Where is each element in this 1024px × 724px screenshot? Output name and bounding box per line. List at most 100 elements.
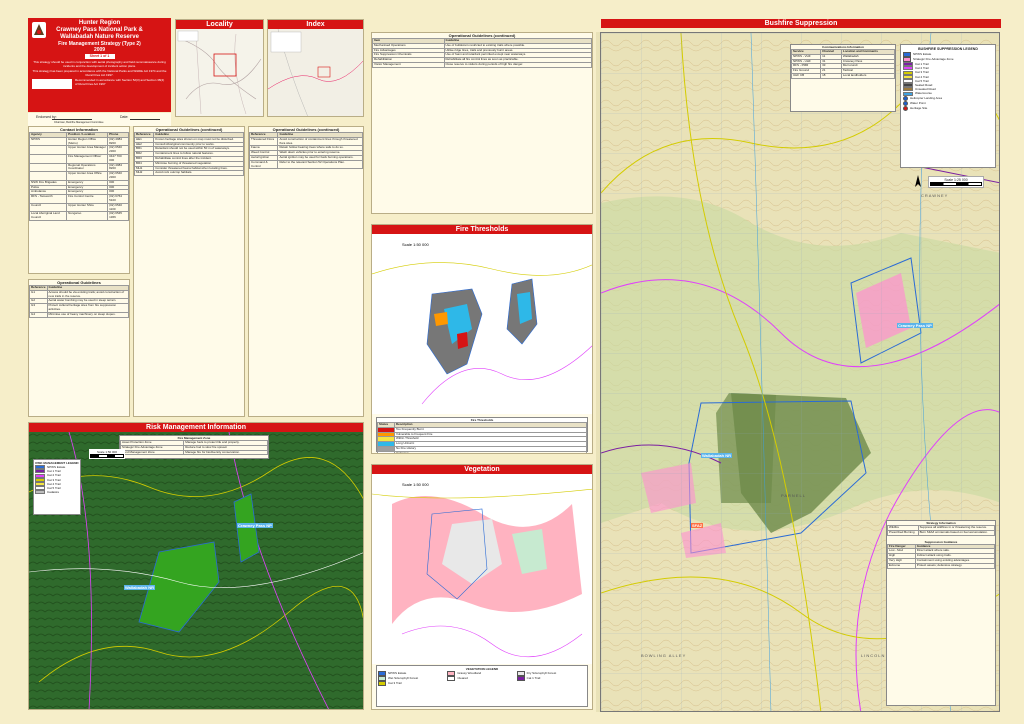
risk-label-wallabadah: Wallabadah NR xyxy=(124,585,155,590)
locality-map xyxy=(176,29,263,116)
contact-cell: Fire Control Centre xyxy=(66,194,109,204)
bushfire-legend-swatch xyxy=(903,105,908,111)
risk-table: Asset Protection Zone Manage fuels to pro… xyxy=(119,440,268,456)
date-label: Date: xyxy=(120,115,129,119)
map-label-crawney: CRAWNEY xyxy=(921,193,949,198)
op2-cell: Avoid rock outcrop habitats. xyxy=(153,170,244,177)
contact-cell: 0427 700 000 xyxy=(107,154,129,164)
risk-cell: Land Management Zone xyxy=(119,449,185,456)
comms-cell: Local landholders xyxy=(840,73,896,79)
bushfire-legend-label: Helicopter Landing Area xyxy=(910,96,943,101)
suppression-row: Extreme Protect assets; defensive strateg… xyxy=(887,562,996,569)
risk-label-crawney: Crawney Pass NP xyxy=(237,523,273,528)
comms-row: UHF CB 18 Local landholders xyxy=(790,73,896,79)
title-year: 2009 xyxy=(93,47,106,53)
contact-row: Fire Management Officer 0427 700 000 xyxy=(29,154,129,164)
suppression-guidance-table: Fire Danger Guidance Low - Mod Direct atta… xyxy=(887,543,996,569)
contact-row: RFS - Tamworth Fire Control Centre (02) 67… xyxy=(29,194,129,204)
north-arrow-icon xyxy=(912,174,924,187)
contact-cell: Fire Management Officer xyxy=(66,154,109,164)
locality-header: Locality xyxy=(176,20,263,29)
sheet-number: Sheet 1 of 1 xyxy=(84,54,115,59)
bushfire-map-left-strip xyxy=(596,32,600,712)
comms-table: Service Channel Location and Comments NPWS… xyxy=(790,49,896,79)
suppression-cell: Protect assets; defensive strategy. xyxy=(914,562,996,569)
signature-line xyxy=(52,119,92,120)
title-line-1: Hunter Region xyxy=(78,20,121,26)
approval-box: Recommended in accordance with Section 5… xyxy=(32,78,167,90)
title-block: Hunter Region Crawney Pass National Park… xyxy=(28,18,171,112)
bushfire-legend-swatch xyxy=(903,91,913,96)
strategy-info-row: Prescribed Burning Burn SFAZ at intervals… xyxy=(887,529,996,536)
bushfire-legend: BUSHFIRE SUPPRESSION LEGEND NPWS Estate S… xyxy=(900,44,996,168)
contact-row: Upper Hunter Area Office (02) 6540 2300 xyxy=(29,171,129,181)
risk-table-box: Fire Management Zone Asset Protection Zo… xyxy=(119,435,269,459)
op-guidelines-panel-1: Operational Guidelines Reference Guidelin… xyxy=(28,279,130,417)
map-label-parnell: PARNELL xyxy=(781,493,806,498)
disclaimer-text: This strategy should be used in conjunct… xyxy=(33,60,166,68)
bushfire-legend-label: NPWS Estate xyxy=(913,52,932,57)
endorsement-box: Endorsed by: Date: Chairman, Bushfire Ma… xyxy=(28,113,171,126)
map-label-wallabadah-nr: Wallabadah NR xyxy=(701,453,732,458)
contact-cell: RFS - Tamworth xyxy=(29,194,68,204)
map-label-lincoln: LINCOLN xyxy=(861,653,886,658)
risk-row: Land Management Zone Manage fire for biod… xyxy=(119,449,268,456)
bushfire-header: Bushfire Suppression xyxy=(601,19,1001,28)
bushfire-legend-item: Heritage Site xyxy=(903,105,993,111)
risk-panel: Risk Management Information Wallabadah N… xyxy=(28,422,364,710)
approval-logo xyxy=(32,79,72,90)
risk-scale: Scale 1:50 000 xyxy=(89,449,125,459)
op1-cell: Minimise use of heavy machinery on steep… xyxy=(46,311,129,318)
note-text: This strategy has been prepared in accor… xyxy=(32,69,167,77)
op-guidelines-table-1: Reference Guideline G1 Access should be vi… xyxy=(29,285,129,318)
risk-cell: Manage fire for biodiversity conservatio… xyxy=(183,449,268,456)
index-map xyxy=(268,28,363,116)
strategy-info-cell: Prescribed Burning xyxy=(887,529,919,536)
contact-cell: NPWS xyxy=(29,136,68,147)
bushfire-legend-label: Water Point xyxy=(910,101,926,106)
contact-cell: Nungaroo xyxy=(66,211,109,221)
contact-cell xyxy=(29,171,68,181)
contact-cell: (02) 6540 2300 xyxy=(107,171,129,181)
op2-cell: MH2 xyxy=(134,170,155,177)
bushfire-legend-label: Strategic Fire Advantage Zone xyxy=(913,57,954,62)
strategy-info-cell: Burn SFAZ at intervals based on fuel acc… xyxy=(917,529,996,536)
contact-cell: (02) 6545 1366 xyxy=(107,211,129,221)
strategy-info-box: Strategy Information Wildfire Suppress al… xyxy=(886,520,996,706)
comms-cell: UHF CB xyxy=(790,73,822,79)
contact-cell xyxy=(29,154,68,164)
risk-legend-item: Cadastre xyxy=(35,490,79,495)
risk-legend-label: Cadastre xyxy=(47,490,60,495)
contact-cell xyxy=(29,162,68,173)
map-label-bowling-alley: BOWLING ALLEY xyxy=(641,653,687,658)
op3-cell: Refer to the relevant Section 52 Operati… xyxy=(277,159,363,170)
bushfire-legend-label: Heritage Site xyxy=(910,106,928,111)
risk-header: Risk Management Information xyxy=(29,423,363,432)
suppression-cell: Extreme xyxy=(887,562,916,569)
op1-cell: G4 xyxy=(29,311,48,318)
signature-caption: Chairman, Bushfire Management Committee xyxy=(54,121,104,124)
title-line-2: Crawney Pass National Park & xyxy=(56,27,143,33)
date-line xyxy=(130,119,160,120)
map-label-sfaz: SFAZ xyxy=(691,523,704,528)
contact-cell: (02) 6764 5100 xyxy=(107,194,129,204)
op1-row: G4 Minimise use of heavy machinery on ste… xyxy=(29,311,129,318)
op-guidelines-table-2: Reference Guideline HE1 Known heritage sit… xyxy=(134,132,244,177)
title-line-3: Wallabadah Nature Reserve xyxy=(60,34,139,40)
contact-cell xyxy=(29,145,68,155)
contact-cell: Local Aboriginal Land Council xyxy=(29,211,68,221)
op1-cell: Protect cultural heritage sites from fir… xyxy=(46,303,129,313)
index-panel: Index xyxy=(267,19,364,117)
op3-cell: Command & Control xyxy=(249,159,279,170)
map-label-crawney-np: Crawney Pass NP xyxy=(897,323,933,328)
approval-text: Recommended in accordance with Section 5… xyxy=(75,78,165,86)
op-guidelines-table-3: Reference Guideline Threatened Flora Avoid… xyxy=(249,132,363,170)
op-guidelines-panel-3: Operational Guidelines (continued) Refer… xyxy=(248,126,364,417)
main-scale-bar xyxy=(930,182,982,186)
contact-row: Local Aboriginal Land Council Nungaroo (02… xyxy=(29,211,129,221)
contact-table: Agency Position / Location Phone NPWS Hunte… xyxy=(29,132,129,221)
strategy-info-table: Wildfire Suppress all wildfires in or thr… xyxy=(887,525,996,536)
risk-legend-swatch xyxy=(35,490,45,495)
comms-box: Communications Information Service Channe… xyxy=(790,44,896,112)
op3-row: Command & Control Refer to the relevant S… xyxy=(249,159,363,170)
